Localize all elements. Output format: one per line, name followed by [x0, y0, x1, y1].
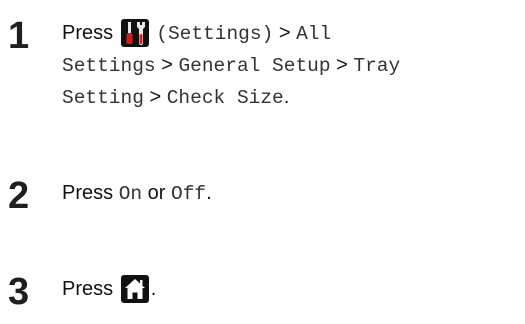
- step-number: 3: [8, 271, 30, 313]
- step-instruction: Press (Settings) > All Settings > Genera…: [62, 18, 521, 114]
- period: .: [150, 278, 157, 300]
- settings-label: (Settings): [156, 23, 274, 45]
- option-on: On: [118, 183, 143, 205]
- option-off: Off: [171, 183, 207, 205]
- period: .: [206, 182, 212, 204]
- home-icon: [120, 275, 149, 303]
- press-text: Press: [62, 22, 114, 44]
- step-instruction: Press .: [62, 274, 521, 305]
- or-text: or: [147, 182, 166, 204]
- menu-path-setting: Setting: [62, 87, 144, 109]
- menu-path-settings: Settings: [62, 55, 156, 77]
- separator: >: [149, 86, 162, 108]
- press-text: Press: [62, 278, 114, 300]
- step-instruction: Press On or Off.: [62, 178, 521, 210]
- menu-path-check-size: Check Size: [166, 87, 284, 109]
- period: .: [283, 86, 290, 108]
- settings-icon: [120, 19, 149, 47]
- separator: >: [336, 54, 348, 76]
- menu-path-tray: Tray: [353, 55, 401, 77]
- press-text: Press: [62, 182, 114, 204]
- step-number: 2: [8, 175, 30, 217]
- step-number: 1: [8, 15, 30, 57]
- separator: >: [161, 54, 173, 76]
- separator: >: [278, 22, 291, 44]
- menu-path-general-setup: General Setup: [178, 55, 331, 77]
- menu-path-all: All: [296, 23, 332, 45]
